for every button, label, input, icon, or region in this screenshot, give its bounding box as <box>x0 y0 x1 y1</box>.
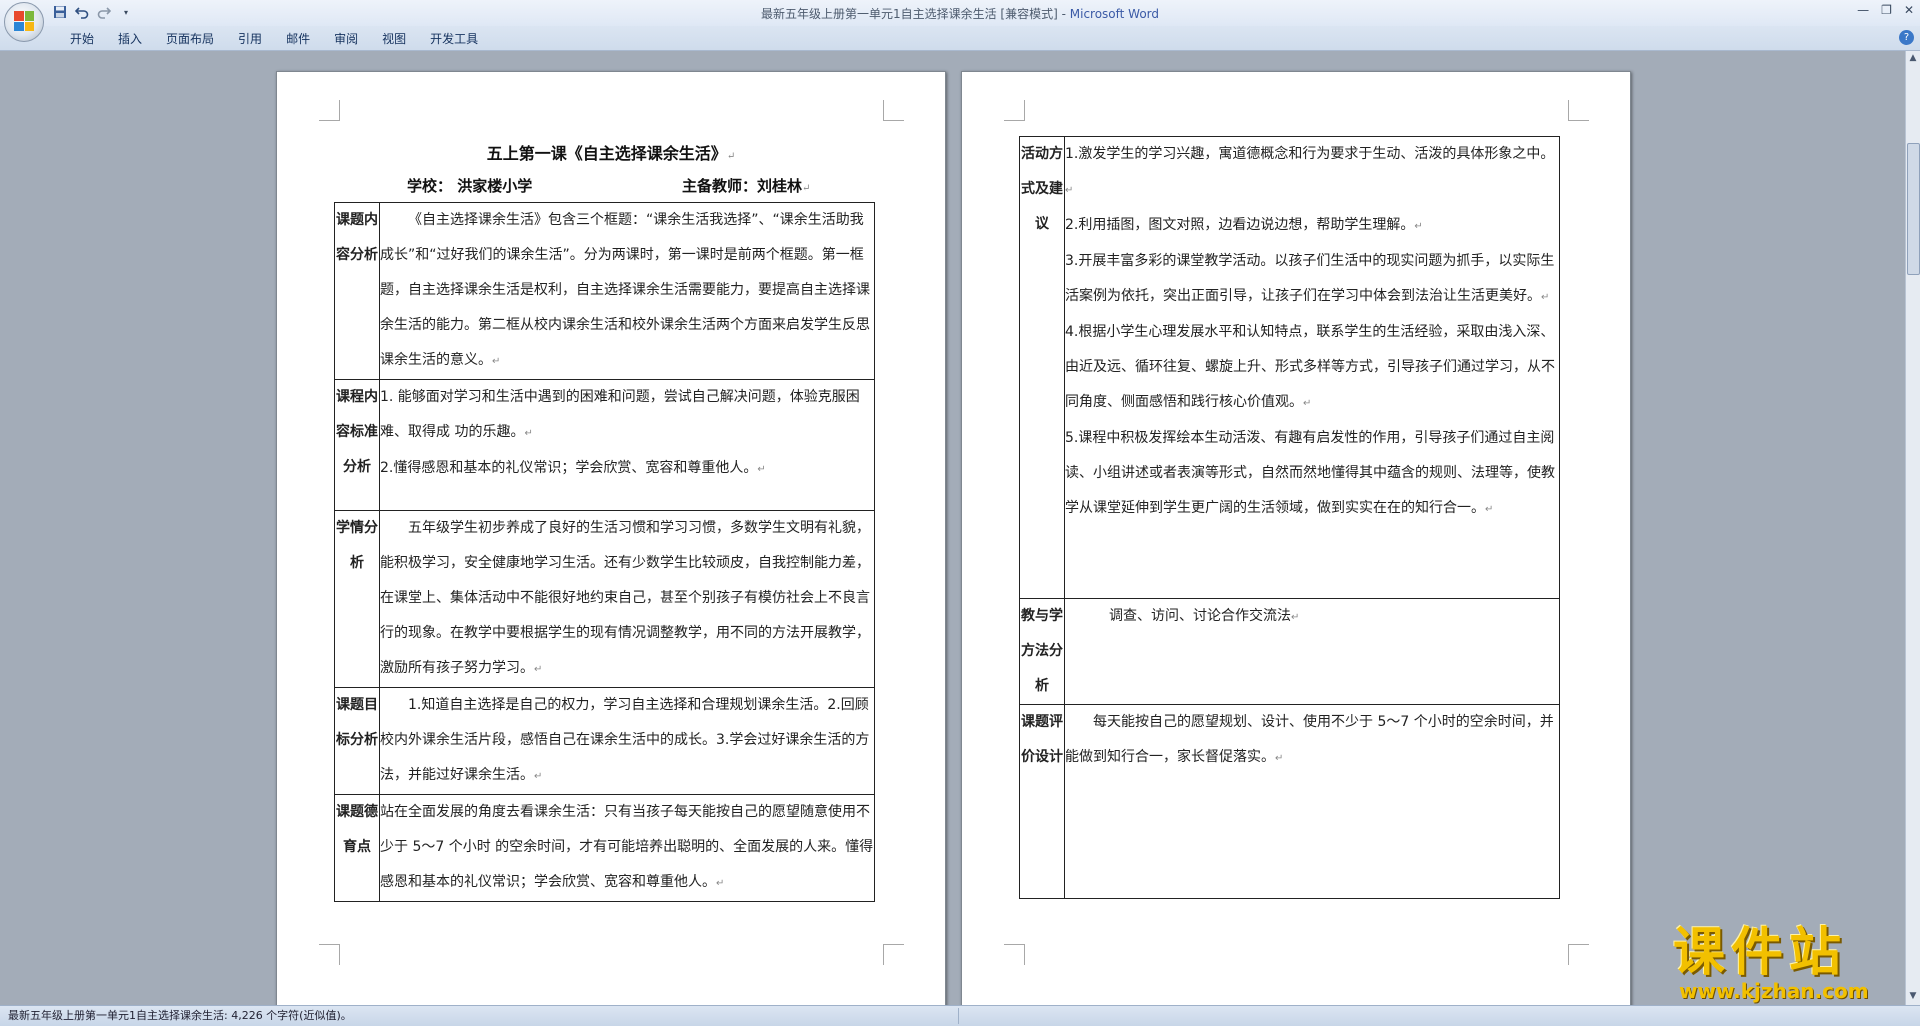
row-content: 《自主选择课余生活》包含三个框题：“课余生活我选择”、“课余生活助我成长”和“过… <box>379 202 875 380</box>
table-row: 课程内容标准分析 1. 能够面对学习和生活中遇到的困难和问题，尝试自己解决问题，… <box>334 379 875 511</box>
margin-mark <box>883 944 904 965</box>
margin-mark <box>1568 944 1589 965</box>
margin-mark <box>1004 100 1025 121</box>
maximize-icon[interactable]: ❐ <box>1881 3 1892 17</box>
row-label: 教与学方法分析 <box>1019 598 1065 705</box>
margin-mark <box>1568 100 1589 121</box>
row-content: 五年级学生初步养成了良好的生活习惯和学习习惯，多数学生文明有礼貌，能积极学习，安… <box>379 510 875 688</box>
row-label: 课题内容分析 <box>334 202 380 380</box>
tab-insert[interactable]: 插入 <box>106 30 154 48</box>
row-content: 1. 能够面对学习和生活中遇到的困难和问题，尝试自己解决问题，体验克服困难、取得… <box>379 379 875 511</box>
minimize-icon[interactable]: — <box>1857 3 1869 17</box>
document-page-1[interactable]: 五上第一课《自主选择课余生活》↵ 学校： 洪家楼小学 主备教师：刘桂林↵ 课题内… <box>276 71 946 1005</box>
row-content: 1.知道自主选择是自己的权力，学习自主选择和合理规划课余生活。2.回顾校内外课余… <box>379 687 875 795</box>
teacher-line: 主备教师：刘桂林↵ <box>682 177 811 195</box>
table-row: 教与学方法分析 调查、访问、讨论合作交流法↵ <box>1019 598 1560 705</box>
row-label: 课题目标分析 <box>334 687 380 795</box>
table-row: 课题内容分析 《自主选择课余生活》包含三个框题：“课余生活我选择”、“课余生活助… <box>334 202 875 380</box>
ribbon-tab-bar: 开始 插入 页面布局 引用 邮件 审阅 视图 开发工具 ? <box>0 26 1920 51</box>
tab-view[interactable]: 视图 <box>370 30 418 48</box>
margin-mark <box>883 100 904 121</box>
table-row: 课题德育点 站在全面发展的角度去看课余生活：只有当孩子每天能按自己的愿望随意使用… <box>334 794 875 902</box>
row-label: 课题德育点 <box>334 794 380 902</box>
row-label: 课题评价设计 <box>1019 704 1065 899</box>
row-label: 学情分析 <box>334 510 380 688</box>
margin-mark <box>319 944 340 965</box>
office-logo-icon <box>14 11 34 31</box>
table-row: 活动方式及建议 1.激发学生的学习兴趣，寓道德概念和行为要求于生动、活泼的具体形… <box>1019 136 1560 599</box>
title-bar: ▾ 最新五年级上册第一单元1自主选择课余生活 [兼容模式] - Microsof… <box>0 0 1920 26</box>
tab-references[interactable]: 引用 <box>226 30 274 48</box>
row-content: 1.激发学生的学习兴趣，寓道德概念和行为要求于生动、活泼的具体形象之中。↵ 2.… <box>1064 136 1560 599</box>
table-row: 课题评价设计 每天能按自己的愿望规划、设计、使用不少于 5～7 个小时的空余时间… <box>1019 704 1560 899</box>
row-label: 课程内容标准分析 <box>334 379 380 511</box>
row-content: 站在全面发展的角度去看课余生活：只有当孩子每天能按自己的愿望随意使用不少于 5～… <box>379 794 875 902</box>
tab-home[interactable]: 开始 <box>58 30 106 48</box>
document-area: 五上第一课《自主选择课余生活》↵ 学校： 洪家楼小学 主备教师：刘桂林↵ 课题内… <box>0 51 1906 1005</box>
window-controls: — ❐ ✕ <box>1857 3 1914 17</box>
office-button[interactable] <box>4 2 44 42</box>
status-divider <box>958 1008 959 1024</box>
margin-mark <box>1004 944 1025 965</box>
close-icon[interactable]: ✕ <box>1904 3 1914 17</box>
scroll-up-icon[interactable]: ▲ <box>1908 53 1918 63</box>
window-title: 最新五年级上册第一单元1自主选择课余生活 [兼容模式] - Microsoft … <box>760 7 1160 21</box>
status-text: 最新五年级上册第一单元1自主选择课余生活: 4,226 个字符(近似值)。 <box>8 1009 352 1022</box>
document-page-2[interactable]: 活动方式及建议 1.激发学生的学习兴趣，寓道德概念和行为要求于生动、活泼的具体形… <box>961 71 1631 1005</box>
row-content: 每天能按自己的愿望规划、设计、使用不少于 5～7 个小时的空余时间，并能做到知行… <box>1064 704 1560 899</box>
margin-mark <box>319 100 340 121</box>
school-line: 学校： 洪家楼小学 <box>407 177 533 195</box>
row-label: 活动方式及建议 <box>1019 136 1065 599</box>
watermark-name: 课件站 <box>1673 922 1848 983</box>
status-bar: 最新五年级上册第一单元1自主选择课余生活: 4,226 个字符(近似值)。 <box>0 1005 1920 1026</box>
document-title: 五上第一课《自主选择课余生活》↵ <box>486 144 736 163</box>
scroll-thumb[interactable] <box>1907 143 1920 275</box>
tab-mailings[interactable]: 邮件 <box>274 30 322 48</box>
tab-review[interactable]: 审阅 <box>322 30 370 48</box>
tab-developer[interactable]: 开发工具 <box>418 30 490 48</box>
watermark-url: www.kjzhan.com <box>1679 979 1869 1003</box>
table-row: 学情分析 五年级学生初步养成了良好的生活习惯和学习习惯，多数学生文明有礼貌，能积… <box>334 510 875 688</box>
tab-page-layout[interactable]: 页面布局 <box>154 30 226 48</box>
lesson-table-1: 课题内容分析 《自主选择课余生活》包含三个框题：“课余生活我选择”、“课余生活助… <box>334 202 875 902</box>
row-content: 调查、访问、讨论合作交流法↵ <box>1064 598 1560 705</box>
watermark-logo: 课件站 www.kjzhan.com <box>1665 922 1910 1004</box>
help-icon[interactable]: ? <box>1899 30 1914 45</box>
vertical-scrollbar[interactable]: ▲ ▼ <box>1905 51 1920 1005</box>
table-row: 课题目标分析 1.知道自主选择是自己的权力，学习自主选择和合理规划课余生活。2.… <box>334 687 875 795</box>
lesson-table-2: 活动方式及建议 1.激发学生的学习兴趣，寓道德概念和行为要求于生动、活泼的具体形… <box>1019 136 1560 899</box>
